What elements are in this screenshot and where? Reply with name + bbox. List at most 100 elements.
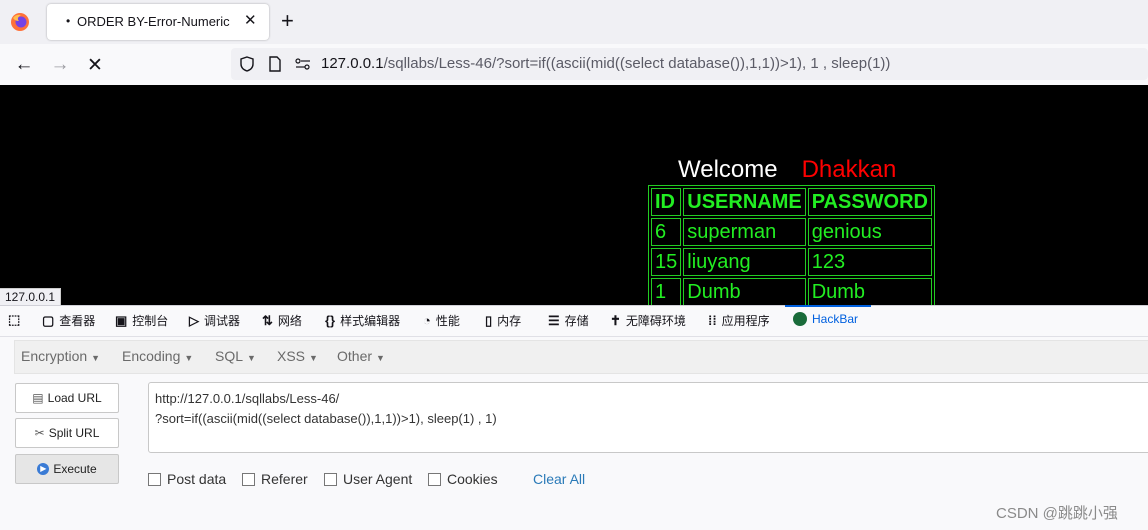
menu-sql[interactable]: SQL ▼	[215, 348, 256, 364]
menu-xss[interactable]: XSS ▼	[277, 348, 318, 364]
table-cell: 1	[651, 278, 682, 305]
split-url-button[interactable]: ✂ Split URL	[15, 418, 119, 448]
url-host: 127.0.0.1	[321, 55, 384, 72]
performance-icon: ◔	[423, 313, 431, 328]
welcome-text: Welcome	[678, 156, 778, 183]
table-cell: 6	[651, 218, 682, 246]
results-table: ID USERNAME PASSWORD 6 superman genious …	[648, 185, 936, 305]
tab-title: ORDER BY-Error-Numeric	[77, 14, 230, 29]
tab-loading-dot: •	[66, 14, 71, 28]
tab-debugger[interactable]: ▷ 调试器	[189, 312, 240, 329]
tab-label: 样式编辑器	[340, 314, 401, 328]
element-picker-icon[interactable]: ⬚	[8, 312, 20, 328]
tab-inspector[interactable]: ▢ 查看器	[42, 312, 95, 329]
page-info-icon[interactable]	[268, 56, 282, 72]
accessibility-icon: ✝	[610, 312, 621, 328]
menu-encoding[interactable]: Encoding ▼	[122, 348, 193, 364]
tab-style-editor[interactable]: {} 样式编辑器	[325, 312, 400, 329]
tracking-protection-shield-icon[interactable]	[239, 56, 255, 72]
table-cell: Dumb	[807, 278, 933, 305]
menu-other[interactable]: Other ▼	[337, 348, 385, 364]
checkbox-box	[242, 472, 255, 486]
column-header: USERNAME	[683, 188, 806, 216]
checkbox-label: Post data	[167, 471, 227, 487]
memory-icon: ▯	[485, 312, 493, 328]
hackbar-icon	[793, 312, 807, 326]
checkbox-label: Referer	[261, 471, 308, 487]
table-cell: liuyang	[683, 248, 806, 276]
checkbox-box	[324, 472, 337, 486]
chevron-down-icon: ▼	[376, 353, 385, 363]
load-url-icon: ▤	[32, 391, 44, 405]
column-header: ID	[651, 188, 682, 216]
welcome-name: Dhakkan	[801, 156, 897, 183]
table-header-row: ID USERNAME PASSWORD	[651, 188, 933, 216]
table-cell: 15	[651, 248, 682, 276]
tab-accessibility[interactable]: ✝ 无障碍环境	[610, 312, 686, 329]
tab-label: 应用程序	[721, 314, 770, 328]
tab-memory[interactable]: ▯ 内存	[485, 312, 521, 329]
stop-loading-icon[interactable]: ✕	[82, 52, 108, 78]
textarea-line: ?sort=if((ascii(mid((select database()),…	[155, 411, 497, 426]
menu-label: Encoding	[122, 348, 181, 364]
checkbox-label: User Agent	[343, 471, 413, 487]
new-tab-button[interactable]: +	[281, 8, 294, 34]
column-header: PASSWORD	[807, 188, 933, 216]
network-icon: ⇅	[262, 312, 273, 328]
url-path: /sqllabs/Less-46/?sort=if((ascii(mid((se…	[383, 55, 891, 72]
style-editor-icon: {}	[325, 313, 336, 328]
tab-performance[interactable]: ◔ 性能	[423, 312, 460, 329]
menu-label: XSS	[277, 348, 306, 364]
referer-checkbox[interactable]: Referer	[242, 471, 308, 487]
chevron-down-icon: ▼	[184, 353, 194, 363]
cookies-checkbox[interactable]: Cookies	[428, 471, 498, 487]
checkbox-box	[148, 472, 161, 486]
tab-console[interactable]: ▣ 控制台	[115, 312, 168, 329]
chevron-down-icon: ▼	[247, 353, 256, 363]
tab-label: 调试器	[204, 314, 241, 328]
play-icon: ▶	[37, 463, 50, 475]
tab-label: 内存	[497, 314, 522, 328]
table-cell: superman	[683, 218, 806, 246]
execute-button[interactable]: ▶ Execute	[15, 454, 119, 484]
post-data-checkbox[interactable]: Post data	[148, 471, 226, 487]
tab-storage[interactable]: ☰ 存储	[548, 312, 589, 329]
table-row: 6 superman genious	[651, 218, 933, 246]
checkbox-label: Cookies	[447, 471, 498, 487]
back-icon[interactable]: ←	[11, 52, 37, 78]
chevron-down-icon: ▼	[309, 353, 318, 363]
tab-network[interactable]: ⇅ 网络	[262, 312, 302, 329]
tab-hackbar[interactable]: HackBar	[793, 312, 858, 326]
storage-icon: ☰	[548, 312, 560, 328]
watermark: CSDN @跳跳小强	[996, 505, 1118, 522]
button-label: Execute	[53, 462, 97, 476]
tab-close-icon[interactable]: ✕	[244, 11, 257, 29]
button-label: Load URL	[47, 391, 102, 405]
forward-icon[interactable]: →	[47, 52, 73, 78]
welcome-heading: Welcome Dhakkan	[678, 156, 896, 184]
button-label: Split URL	[48, 426, 100, 440]
menu-label: Encryption	[21, 348, 88, 364]
tab-label: 网络	[277, 314, 302, 328]
application-icon: ⁞⁞	[708, 313, 717, 328]
load-url-button[interactable]: ▤ Load URL	[15, 383, 119, 413]
tab-label: 存储	[564, 314, 589, 328]
chevron-down-icon: ▼	[91, 353, 101, 363]
clear-all-link[interactable]: Clear All	[533, 471, 585, 487]
console-icon: ▣	[115, 312, 128, 328]
tab-application[interactable]: ⁞⁞ 应用程序	[708, 312, 770, 329]
table-cell: genious	[807, 218, 933, 246]
permissions-icon[interactable]	[295, 58, 311, 70]
page-content: Welcome Dhakkan ID USERNAME PASSWORD 6 su…	[0, 85, 1148, 305]
menu-label: SQL	[215, 348, 244, 364]
url-text[interactable]: 127.0.0.1/sqllabs/Less-46/?sort=if((asci…	[321, 55, 890, 72]
menu-encryption[interactable]: Encryption ▼	[21, 348, 100, 364]
user-agent-checkbox[interactable]: User Agent	[324, 471, 412, 487]
tab-label: 无障碍环境	[625, 314, 686, 328]
tab-label: HackBar	[812, 312, 859, 326]
active-tab-indicator	[785, 305, 871, 307]
scissors-icon: ✂	[34, 426, 45, 440]
checkbox-box	[428, 472, 441, 486]
table-cell: 123	[807, 248, 933, 276]
menu-label: Other	[337, 348, 373, 364]
